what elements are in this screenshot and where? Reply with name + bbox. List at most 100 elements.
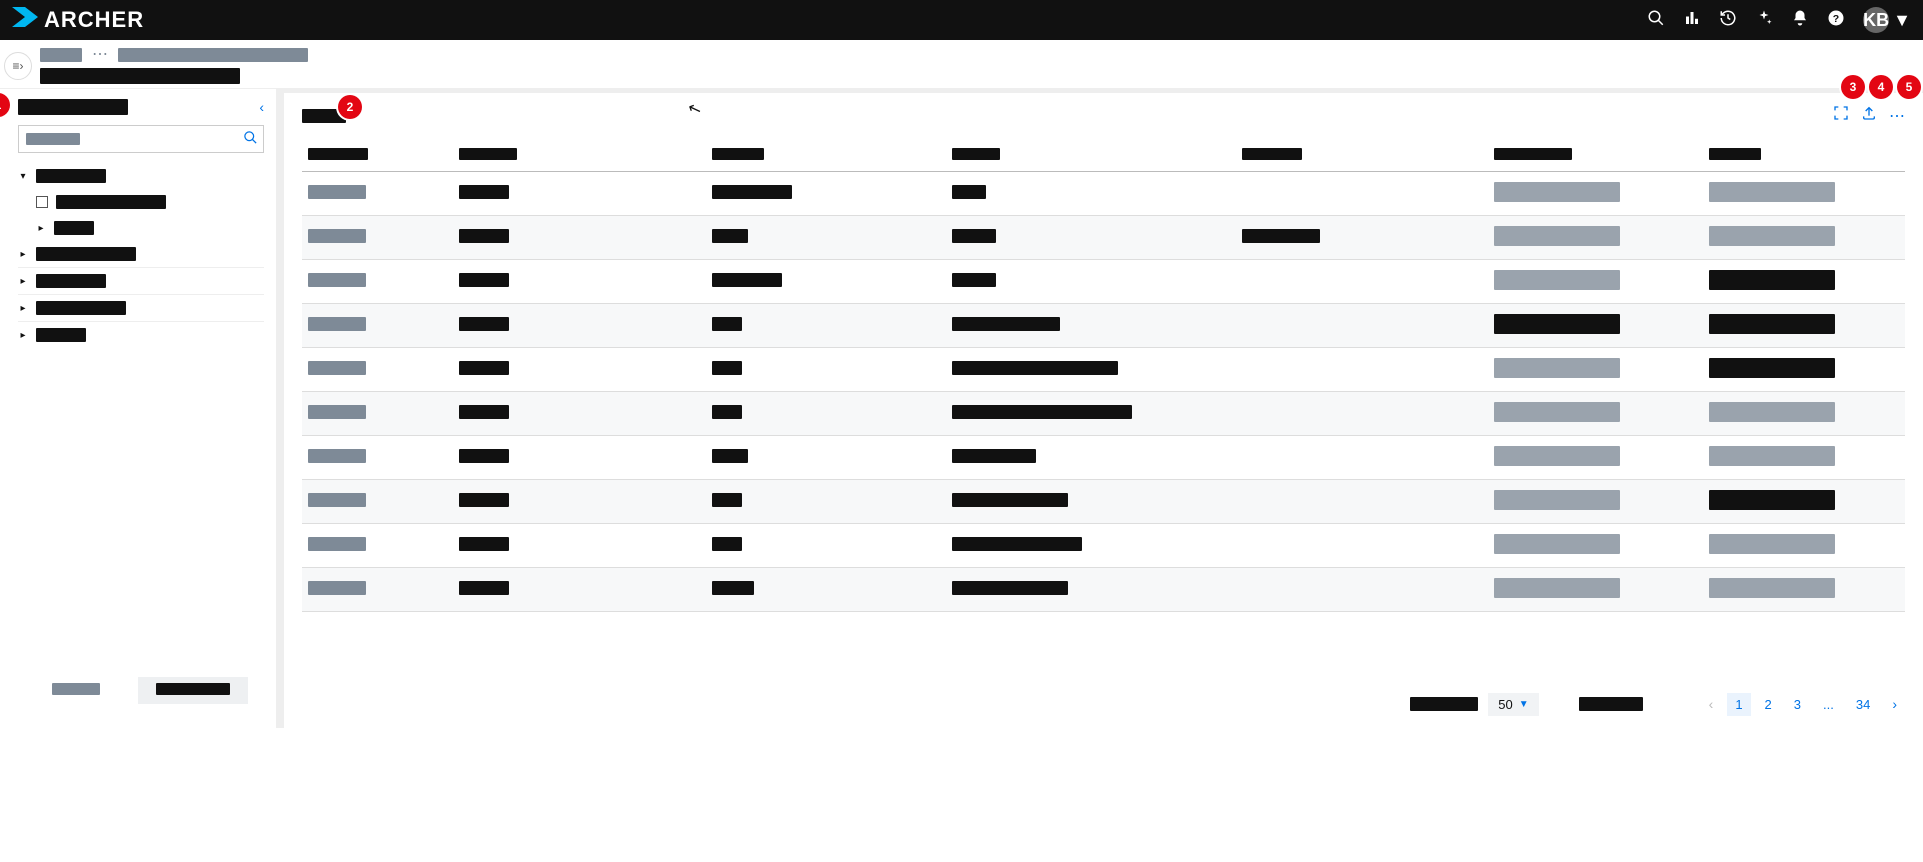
col-header[interactable] — [1709, 148, 1761, 160]
action-button[interactable] — [1494, 446, 1620, 466]
action-button[interactable] — [1709, 270, 1835, 290]
chevron-right-icon[interactable]: ▸ — [18, 330, 28, 341]
tree-node[interactable] — [36, 189, 264, 215]
main-area: 1 ‹ ▾ ▸ ▸ ▸ ▸ ▸ 2 3 4 5 — [0, 89, 1923, 728]
action-button[interactable] — [1494, 578, 1620, 598]
action-button[interactable] — [1494, 182, 1620, 202]
action-button[interactable] — [1709, 402, 1835, 422]
cell-link[interactable] — [308, 405, 366, 419]
sidebar-toggle-icon[interactable]: ≡› — [4, 52, 32, 80]
cell-link[interactable] — [308, 361, 366, 375]
grid-row[interactable] — [302, 260, 1905, 304]
avatar: KB — [1863, 7, 1889, 33]
chevron-down-icon[interactable]: ▾ — [18, 171, 28, 182]
col-header[interactable] — [952, 148, 1000, 160]
action-button[interactable] — [1494, 314, 1620, 334]
action-button[interactable] — [1494, 490, 1620, 510]
chevron-right-icon[interactable]: ▸ — [18, 276, 28, 287]
cell — [712, 273, 782, 287]
more-icon[interactable]: ⋯ — [1889, 106, 1905, 126]
breadcrumb-segment[interactable] — [118, 48, 308, 62]
checkbox[interactable] — [36, 196, 48, 208]
cell — [1242, 229, 1320, 243]
cell-link[interactable] — [308, 581, 366, 595]
cell — [952, 537, 1082, 551]
col-header[interactable] — [308, 148, 368, 160]
col-header[interactable] — [1494, 148, 1572, 160]
tree-node[interactable]: ▸ — [18, 295, 264, 322]
content-panel: 2 3 4 5 ↖ ⋯ — [280, 89, 1923, 728]
chevron-right-icon[interactable]: ▸ — [18, 303, 28, 314]
tree-node[interactable]: ▸ — [36, 215, 264, 241]
page-size-select[interactable]: 50 ▼ — [1488, 693, 1538, 716]
pager-page[interactable]: 34 — [1848, 693, 1878, 716]
grid-row[interactable] — [302, 568, 1905, 612]
cell-link[interactable] — [308, 493, 366, 507]
cell-link[interactable] — [308, 229, 366, 243]
cell-link[interactable] — [308, 537, 366, 551]
grid-row[interactable] — [302, 348, 1905, 392]
action-button[interactable] — [1709, 226, 1835, 246]
grid-row[interactable] — [302, 436, 1905, 480]
sidebar-primary-button[interactable] — [138, 677, 248, 704]
action-button[interactable] — [1494, 402, 1620, 422]
search-placeholder — [26, 133, 80, 145]
pager-page[interactable]: 2 — [1757, 693, 1780, 716]
action-button[interactable] — [1709, 490, 1835, 510]
chevron-right-icon[interactable]: ▸ — [18, 249, 28, 260]
reports-icon[interactable] — [1683, 9, 1701, 32]
cell — [712, 405, 742, 419]
col-header[interactable] — [712, 148, 764, 160]
chevron-right-icon[interactable]: ▸ — [36, 223, 46, 234]
pager-prev-icon[interactable]: ‹ — [1701, 692, 1722, 716]
brand-arrow-icon — [12, 7, 38, 33]
action-button[interactable] — [1494, 226, 1620, 246]
history-icon[interactable] — [1719, 9, 1737, 32]
action-button[interactable] — [1709, 358, 1835, 378]
grid-row[interactable] — [302, 172, 1905, 216]
action-button[interactable] — [1709, 578, 1835, 598]
chevron-down-icon: ▼ — [1519, 699, 1529, 710]
pager-page[interactable]: 3 — [1786, 693, 1809, 716]
user-menu[interactable]: KB ▼ — [1863, 7, 1911, 33]
breadcrumb-segment[interactable] — [40, 48, 82, 62]
bell-icon[interactable] — [1791, 9, 1809, 32]
cell-link[interactable] — [308, 317, 366, 331]
tree-node[interactable]: ▸ — [18, 268, 264, 295]
cell — [459, 581, 509, 595]
grid-row[interactable] — [302, 392, 1905, 436]
action-button[interactable] — [1709, 446, 1835, 466]
search-icon[interactable] — [243, 130, 258, 148]
tree-node[interactable]: ▾ — [18, 163, 264, 189]
tree-label — [54, 221, 94, 235]
collapse-sidebar-icon[interactable]: ‹ — [259, 99, 264, 115]
action-button[interactable] — [1709, 182, 1835, 202]
sparkle-icon[interactable] — [1755, 9, 1773, 32]
col-header[interactable] — [459, 148, 517, 160]
cell-link[interactable] — [308, 449, 366, 463]
action-button[interactable] — [1494, 270, 1620, 290]
grid-row[interactable] — [302, 480, 1905, 524]
fullscreen-icon[interactable] — [1833, 105, 1849, 126]
cell-link[interactable] — [308, 185, 366, 199]
tree-node[interactable]: ▸ — [18, 241, 264, 268]
pager-page[interactable]: 1 — [1727, 693, 1750, 716]
grid-row[interactable] — [302, 304, 1905, 348]
search-icon[interactable] — [1647, 9, 1665, 32]
action-button[interactable] — [1494, 534, 1620, 554]
help-icon[interactable]: ? — [1827, 9, 1845, 32]
export-icon[interactable] — [1861, 105, 1877, 126]
action-button[interactable] — [1709, 534, 1835, 554]
sidebar-secondary-button[interactable] — [34, 677, 118, 704]
grid-row[interactable] — [302, 524, 1905, 568]
pager-next-icon[interactable]: › — [1884, 692, 1905, 716]
action-button[interactable] — [1709, 314, 1835, 334]
breadcrumb-ellipsis-icon[interactable]: ⋯ — [92, 48, 108, 62]
col-header[interactable] — [1242, 148, 1302, 160]
tree-node[interactable]: ▸ — [18, 322, 264, 348]
grid-footer: 50 ▼ ‹ 1 2 3 ... 34 › — [302, 692, 1905, 716]
grid-row[interactable] — [302, 216, 1905, 260]
action-button[interactable] — [1494, 358, 1620, 378]
cell — [459, 361, 509, 375]
cell-link[interactable] — [308, 273, 366, 287]
